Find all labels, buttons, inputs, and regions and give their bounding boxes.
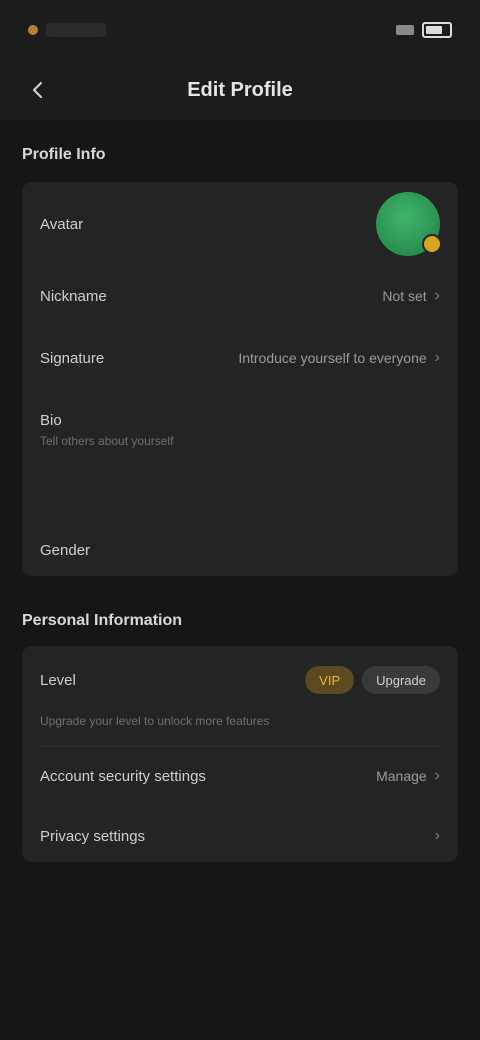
- level-label: Level: [40, 671, 76, 689]
- status-left: [28, 23, 106, 37]
- avatar-label: Avatar: [40, 215, 84, 233]
- gender-row[interactable]: Gender: [40, 532, 440, 568]
- avatar-row[interactable]: Avatar: [40, 188, 442, 260]
- profile-card: Avatar Nickname Not set › Signature Intr…: [22, 182, 458, 576]
- vip-chip[interactable]: VIP: [305, 666, 355, 694]
- account-security-value: Manage ›: [376, 767, 440, 785]
- level-row[interactable]: Level VIP Upgrade: [40, 662, 440, 698]
- section-title-personal: Personal Information: [22, 612, 183, 629]
- signature-value: Introduce yourself to everyone ›: [238, 349, 440, 367]
- level-hint: Upgrade your level to unlock more featur…: [40, 714, 270, 728]
- gender-label: Gender: [40, 541, 91, 559]
- account-security-label: Account security settings: [40, 767, 206, 785]
- signature-value-text: Introduce yourself to everyone: [238, 350, 427, 366]
- chevron-right-icon: ›: [434, 287, 440, 304]
- privacy-row[interactable]: Privacy settings ›: [40, 818, 440, 854]
- avatar-badge-icon: [422, 234, 442, 254]
- account-security-value-text: Manage: [376, 768, 427, 784]
- nickname-value: Not set ›: [382, 287, 440, 305]
- signature-row[interactable]: Signature Introduce yourself to everyone…: [40, 340, 440, 376]
- app-bar: Edit Profile: [0, 60, 480, 120]
- status-bar: [0, 0, 480, 60]
- signal-icon: [396, 25, 414, 35]
- bio-row[interactable]: Bio: [40, 402, 440, 438]
- section-title-profile: Profile Info: [22, 146, 106, 163]
- personal-card: Level VIP Upgrade Upgrade your level to …: [22, 646, 458, 862]
- chevron-right-icon: ›: [434, 827, 440, 844]
- back-button[interactable]: [22, 74, 54, 106]
- nickname-value-text: Not set: [382, 288, 427, 304]
- privacy-label: Privacy settings: [40, 827, 146, 845]
- status-time: [46, 23, 106, 37]
- back-arrow-icon: [32, 81, 43, 99]
- chevron-right-icon: ›: [434, 767, 440, 784]
- status-right: [396, 22, 452, 38]
- bio-label: Bio: [40, 411, 62, 429]
- avatar[interactable]: [376, 192, 442, 256]
- bio-input[interactable]: Tell others about yourself: [40, 434, 173, 448]
- nickname-label: Nickname: [40, 287, 107, 305]
- signature-label: Signature: [40, 349, 105, 367]
- upgrade-button[interactable]: Upgrade: [362, 666, 440, 694]
- notification-dot-icon: [28, 25, 38, 35]
- nickname-row[interactable]: Nickname Not set ›: [40, 278, 440, 314]
- divider: [40, 746, 440, 747]
- account-security-row[interactable]: Account security settings Manage ›: [40, 758, 440, 794]
- chevron-right-icon: ›: [434, 349, 440, 366]
- level-chips: VIP Upgrade: [305, 666, 440, 694]
- battery-icon: [422, 22, 452, 38]
- page-title: Edit Profile: [187, 78, 293, 101]
